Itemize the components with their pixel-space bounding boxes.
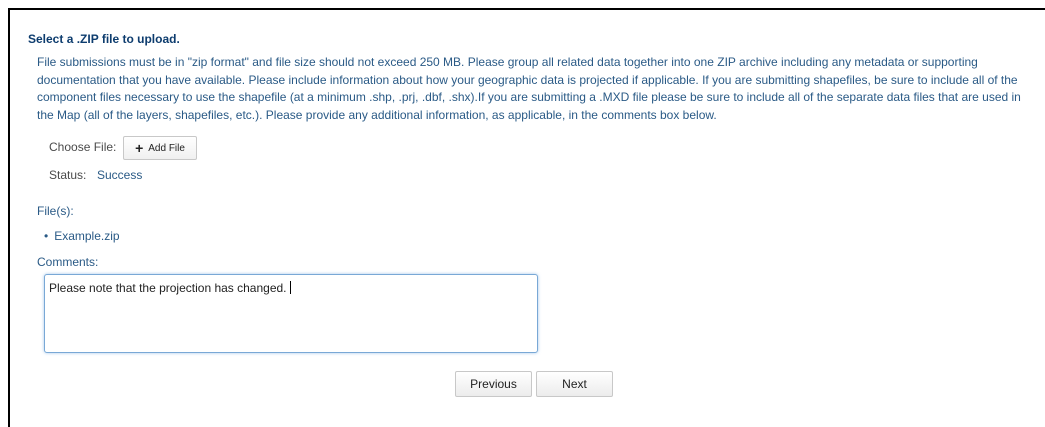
bullet-icon: • — [44, 229, 49, 243]
add-file-button[interactable]: + Add File — [123, 136, 197, 160]
comments-text: Please note that the projection has chan… — [49, 281, 287, 295]
file-name: Example.zip — [54, 229, 120, 243]
previous-button[interactable]: Previous — [455, 371, 532, 397]
plus-icon: + — [135, 140, 144, 156]
file-list-item: • Example.zip — [44, 229, 120, 243]
next-button[interactable]: Next — [536, 371, 613, 397]
upload-instructions: File submissions must be in "zip format"… — [37, 55, 1021, 122]
choose-file-label: Choose File: — [49, 140, 117, 154]
comments-textarea[interactable]: Please note that the projection has chan… — [44, 274, 538, 353]
status-label: Status: — [49, 168, 87, 182]
files-label: File(s): — [37, 204, 74, 218]
status-value: Success — [97, 168, 143, 182]
add-file-label: Add File — [148, 142, 185, 154]
comments-label: Comments: — [37, 255, 99, 269]
upload-title: Select a .ZIP file to upload. — [28, 32, 180, 46]
text-caret — [289, 281, 291, 294]
